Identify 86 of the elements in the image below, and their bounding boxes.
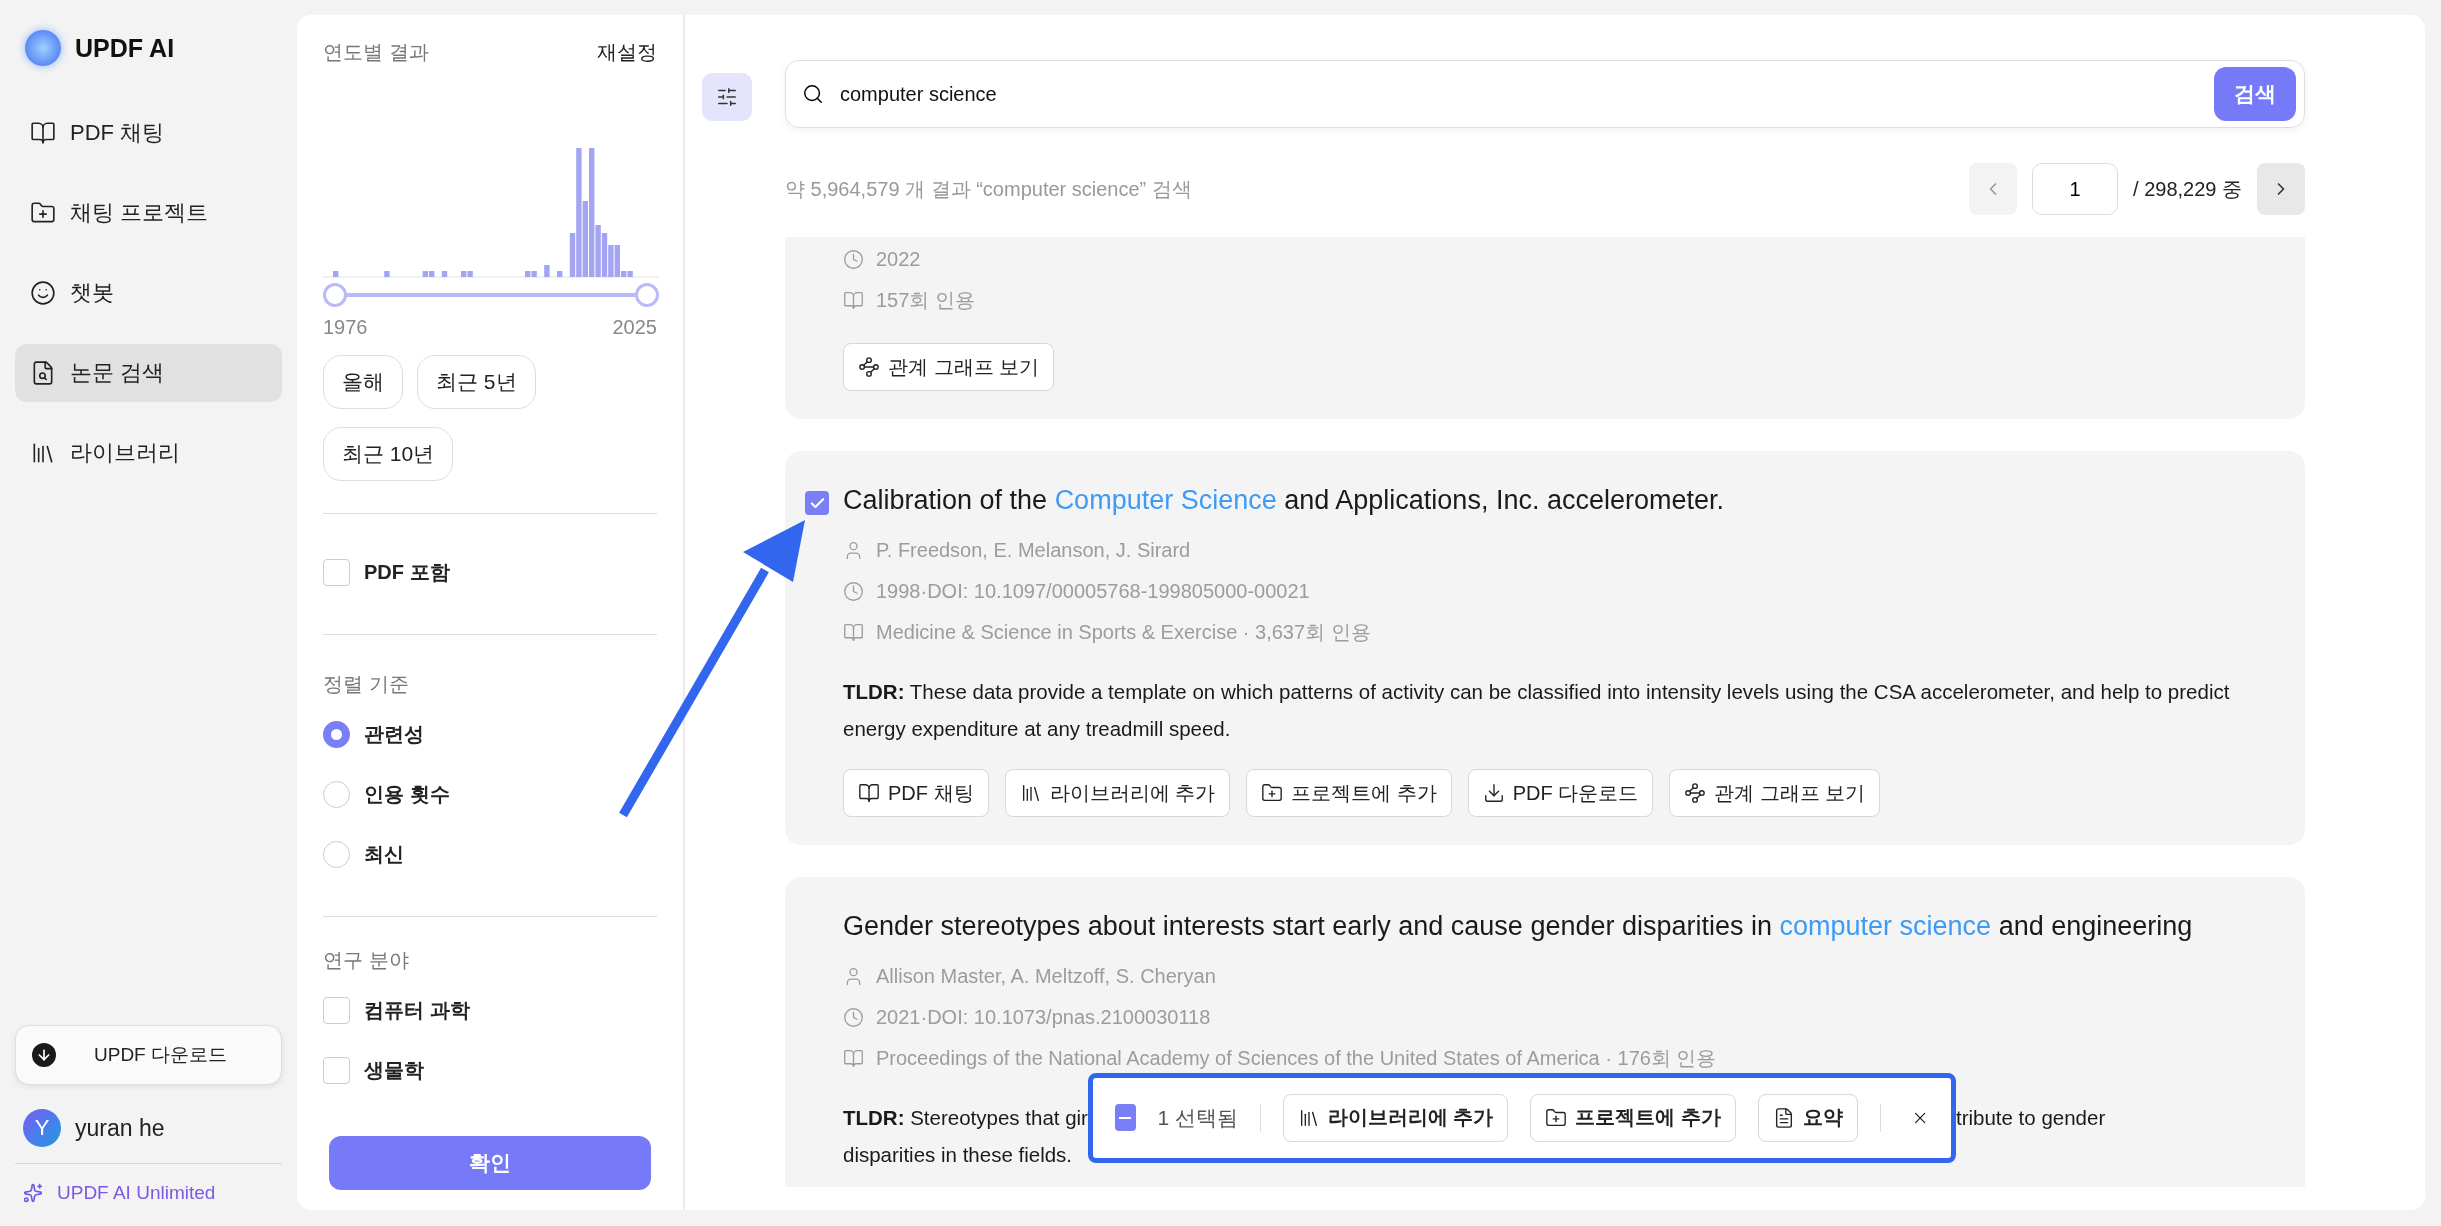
sort-radio[interactable]: 관련성 bbox=[323, 704, 657, 764]
download-icon bbox=[1482, 782, 1505, 804]
sidebar-item[interactable]: 라이브러리 bbox=[15, 424, 282, 482]
histogram-bar bbox=[333, 271, 339, 277]
histogram-bar bbox=[544, 265, 550, 277]
logo-icon bbox=[25, 30, 61, 66]
sort-radio[interactable]: 인용 횟수 bbox=[323, 764, 657, 824]
folder-plus-icon bbox=[1261, 782, 1284, 804]
field-checkbox[interactable]: 생물학 bbox=[323, 1040, 657, 1100]
paper-action-button[interactable]: PDF 다운로드 bbox=[1467, 769, 1654, 817]
histogram-bar bbox=[557, 271, 563, 277]
slider-thumb[interactable] bbox=[635, 283, 659, 307]
year-start: 1976 bbox=[323, 316, 368, 339]
sidebar-item[interactable]: 채팅 프로젝트 bbox=[15, 184, 282, 242]
histogram-bar bbox=[384, 271, 390, 277]
book-icon bbox=[843, 1048, 864, 1069]
paper-meta: 2021·DOI: 10.1073/pnas.2100030118 bbox=[876, 1006, 1211, 1029]
user-name: yuran he bbox=[75, 1114, 165, 1142]
toolbar-action-button[interactable]: 요약 bbox=[1757, 1093, 1858, 1142]
sidebar-item[interactable]: 챗봇 bbox=[15, 264, 282, 322]
paper-meta: Proceedings of the National Academy of Sciences of the United States of America · 176회 인용 bbox=[876, 1046, 1717, 1071]
tldr-text: TLDR: Stereotypes that gir bbox=[843, 1105, 1088, 1131]
next-page-button[interactable] bbox=[2257, 163, 2305, 215]
download-icon bbox=[32, 1043, 56, 1067]
sort-radio[interactable]: 최신 bbox=[323, 824, 657, 884]
year-preset-chip[interactable]: 최근 10년 bbox=[323, 427, 454, 481]
book-icon bbox=[843, 290, 864, 311]
app-name: UPDF AI bbox=[75, 33, 175, 63]
sliders-icon bbox=[716, 86, 738, 108]
paper-meta: 157회 인용 bbox=[876, 288, 975, 313]
paper-action-button[interactable]: 관계 그래프 보기 bbox=[843, 343, 1055, 391]
field-checkbox[interactable]: 컴퓨터 과학 bbox=[323, 980, 657, 1040]
year-preset-chip[interactable]: 최근 5년 bbox=[417, 355, 536, 409]
page-total: / 298,229 중 bbox=[2133, 176, 2242, 202]
graph-nodes-icon bbox=[858, 356, 880, 378]
reset-link[interactable]: 재설정 bbox=[597, 39, 657, 66]
folder-plus-icon bbox=[1545, 1106, 1568, 1129]
minus-icon bbox=[1119, 1116, 1132, 1119]
smiley-icon bbox=[30, 280, 56, 306]
tldr-text: tribute to gender bbox=[1955, 1105, 2106, 1131]
graph-nodes-icon bbox=[1684, 782, 1707, 804]
histogram-bar bbox=[441, 271, 448, 277]
plan-link[interactable]: UPDF AI Unlimited bbox=[15, 1164, 282, 1204]
paper-meta: P. Freedson, E. Melanson, J. Sirard bbox=[876, 539, 1191, 562]
toolbar-action-button[interactable]: 라이브러리에 추가 bbox=[1282, 1093, 1509, 1142]
confirm-button[interactable]: 확인 bbox=[329, 1136, 651, 1190]
page-input[interactable]: 1 bbox=[2032, 163, 2119, 215]
paper-title[interactable]: Gender stereotypes about interests start early and cause gender disparities in computer science and engineering bbox=[843, 911, 2285, 942]
partial-select-checkbox[interactable] bbox=[1114, 1104, 1136, 1131]
paper-title[interactable]: Calibration of the Computer Science and Applications, Inc. accelerometer. bbox=[843, 485, 2285, 516]
clock-icon bbox=[843, 1007, 864, 1028]
search-button[interactable]: 검색 bbox=[2214, 67, 2296, 121]
year-end: 2025 bbox=[612, 316, 657, 339]
paper-meta: Allison Master, A. Meltzoff, S. Cheryan bbox=[876, 965, 1216, 988]
book-icon bbox=[843, 622, 864, 643]
section-title: 연구 분야 bbox=[323, 948, 410, 973]
previous-page-button[interactable] bbox=[1969, 163, 2018, 215]
result-summary: 약 5,964,579 개 결과 “computer science” 검색 bbox=[785, 176, 1192, 202]
paper-meta: 1998·DOI: 10.1097/00005768-199805000-00021 bbox=[876, 580, 1310, 603]
year-preset-chip[interactable]: 올해 bbox=[323, 355, 403, 409]
section-title: 연도별 결과 bbox=[323, 40, 429, 65]
paper-action-button[interactable]: 프로젝트에 추가 bbox=[1246, 769, 1452, 817]
tldr-text: TLDR: These data provide a template on which patterns of activity can be classified into intensity levels using the CSA accelerometer, and help to predict energy expenditure at any treadmill speed. bbox=[843, 679, 2231, 742]
selected-count: 1 선택됨 bbox=[1157, 1105, 1239, 1131]
paper-meta: Medicine & Science in Sports & Exercise · 3,637회 인용 bbox=[876, 620, 1371, 645]
paper-meta: 2022 bbox=[876, 248, 921, 271]
paper-action-button[interactable]: 라이브러리에 추가 bbox=[1004, 769, 1231, 817]
select-checkbox[interactable] bbox=[805, 491, 829, 515]
paper-action-button[interactable]: PDF 채팅 bbox=[843, 769, 989, 817]
sparkle-icon bbox=[23, 1183, 43, 1203]
sidebar-item[interactable]: 논문 검색 bbox=[15, 344, 282, 402]
download-button[interactable]: UPDF 다운로드 bbox=[15, 1025, 282, 1085]
clock-icon bbox=[843, 581, 864, 602]
pdf-checkbox[interactable]: PDF 포함 bbox=[323, 542, 657, 602]
paper-action-button[interactable]: 관계 그래프 보기 bbox=[1669, 769, 1881, 817]
tldr-text: disparities in these fields. bbox=[843, 1142, 1073, 1168]
section-title: 정렬 기준 bbox=[323, 672, 410, 697]
search-field[interactable]: computer science 검색 bbox=[785, 60, 2305, 128]
search-icon bbox=[802, 83, 824, 105]
slider-thumb[interactable] bbox=[323, 283, 347, 307]
sidebar-item[interactable]: PDF 채팅 bbox=[15, 104, 282, 162]
filter-toggle-button[interactable] bbox=[702, 73, 752, 121]
clock-icon bbox=[843, 249, 864, 270]
year-range-slider[interactable] bbox=[323, 280, 659, 310]
user-avatar[interactable]: Y bbox=[23, 1109, 61, 1147]
toolbar-action-button[interactable]: 프로젝트에 추가 bbox=[1530, 1093, 1736, 1142]
